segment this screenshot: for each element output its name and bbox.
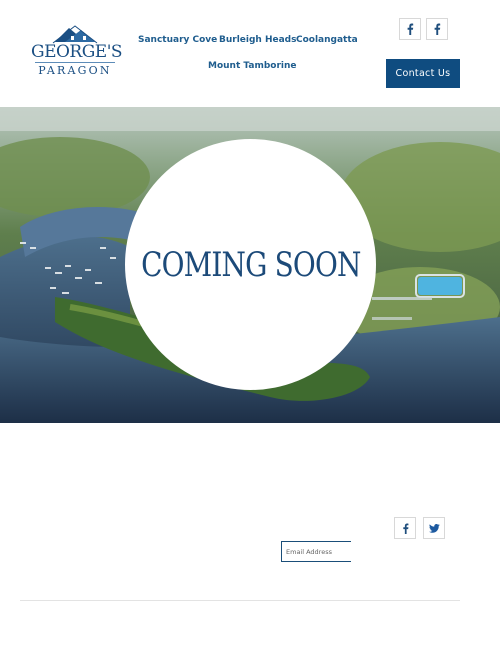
footer-divider	[20, 600, 460, 601]
coming-soon-circle: COMING SOON	[125, 139, 376, 390]
facebook-icon	[402, 522, 408, 534]
brand-name-line2: PARAGON	[38, 64, 112, 77]
footer-twitter-link[interactable]	[423, 517, 445, 539]
hero-section: COMING SOON	[0, 107, 500, 423]
site-header: GEORGE'S PARAGON Sanctuary Cove Burleigh…	[0, 0, 500, 107]
nav-item-mount-tamborine[interactable]: Mount Tamborine	[208, 61, 296, 71]
coming-soon-heading: COMING SOON	[140, 244, 361, 285]
house-roof-icon	[52, 25, 98, 44]
facebook-icon	[434, 23, 441, 35]
header-facebook-link-2[interactable]	[426, 18, 448, 40]
facebook-icon	[407, 23, 414, 35]
header-facebook-link-1[interactable]	[399, 18, 421, 40]
contact-us-button[interactable]: Contact Us	[386, 59, 460, 88]
brand-name-line1: GEORGE'S	[31, 42, 123, 62]
nav-item-coolangatta[interactable]: Coolangatta	[296, 35, 358, 45]
brand-logo[interactable]: GEORGE'S PARAGON	[31, 24, 123, 84]
nav-item-sanctuary-cove[interactable]: Sanctuary Cove	[138, 35, 217, 45]
twitter-icon	[428, 523, 440, 533]
logo-divider	[35, 62, 115, 63]
footer-facebook-link[interactable]	[394, 517, 416, 539]
nav-item-burleigh-heads[interactable]: Burleigh Heads	[219, 35, 296, 45]
email-address-input[interactable]	[281, 541, 351, 562]
